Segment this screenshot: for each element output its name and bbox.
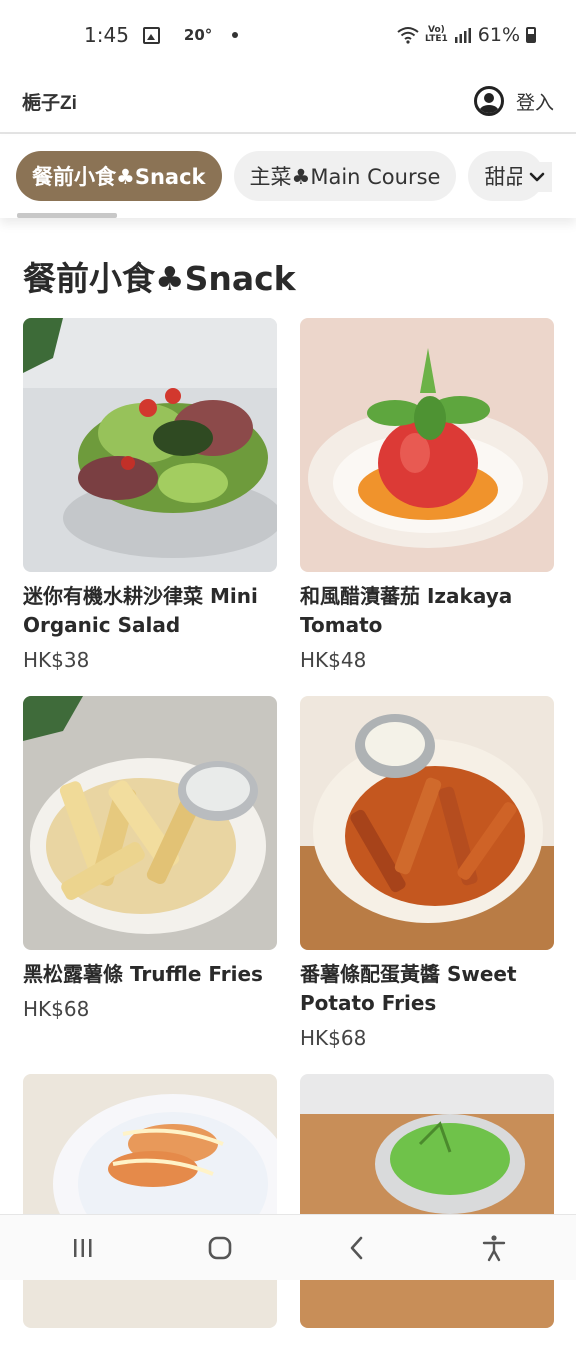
product-price: HK$68 (300, 1026, 367, 1050)
chevron-down-icon (529, 172, 545, 182)
category-tabs: 餐前小食♣Snack 主菜♣Main Course 甜品 (16, 151, 545, 201)
accessibility-icon[interactable] (479, 1233, 509, 1263)
product-card[interactable] (23, 1074, 277, 1328)
product-card[interactable]: 番薯條配蛋黃醬 Sweet Potato Fries HK$68 (300, 696, 554, 1050)
battery-percent: 61% (477, 24, 520, 46)
notification-dot-icon (232, 32, 239, 38)
product-photo-truffle-fries (23, 696, 277, 950)
product-photo-tomato (300, 318, 554, 572)
product-card[interactable]: 黑松露薯條 Truffle Fries HK$68 (23, 696, 277, 1050)
login-label: 登入 (515, 91, 554, 114)
wifi-icon (397, 27, 419, 44)
home-icon[interactable] (205, 1233, 235, 1263)
status-time: 1:45 (84, 23, 129, 47)
status-temperature: 20° (183, 26, 213, 44)
category-tabs-bar: 餐前小食♣Snack 主菜♣Main Course 甜品 (0, 136, 576, 218)
product-photo-sweet-potato-fries (300, 696, 554, 950)
product-card[interactable]: 迷你有機水耕沙律菜 Mini Organic Salad HK$38 (23, 318, 277, 672)
tab-scroll-indicator (17, 213, 117, 218)
recents-icon[interactable] (68, 1233, 98, 1263)
product-card[interactable]: 和風醋漬蕃茄 Izakaya Tomato HK$48 (300, 318, 554, 672)
product-grid: 迷你有機水耕沙律菜 Mini Organic Salad HK$38 和風醋漬蕃… (23, 318, 554, 1352)
product-name: 迷你有機水耕沙律菜 Mini Organic Salad (23, 584, 258, 637)
user-circle-icon (473, 86, 504, 116)
product-name: 番薯條配蛋黃醬 Sweet Potato Fries (300, 962, 517, 1015)
brand-name[interactable]: 梔子Zi (22, 88, 77, 115)
status-left: 1:45 20° (84, 23, 239, 47)
product-name: 黑松露薯條 Truffle Fries (23, 962, 263, 986)
product-price: HK$38 (23, 648, 90, 672)
app-header: 梔子Zi 登入 (0, 70, 576, 134)
status-right: Vo) LTE1 61% (397, 24, 536, 46)
system-navigation-bar (0, 1214, 576, 1280)
product-name: 和風醋漬蕃茄 Izakaya Tomato (300, 584, 513, 637)
login-button[interactable]: 登入 (473, 86, 554, 116)
back-icon[interactable] (342, 1233, 372, 1263)
lte-label: LTE1 (424, 34, 448, 44)
product-photo-partial-soup (300, 1074, 554, 1328)
battery-icon (526, 27, 536, 43)
section-title: 餐前小食♣Snack (23, 259, 296, 298)
signal-icon (454, 28, 471, 43)
product-photo-partial-shrimp (23, 1074, 277, 1328)
network-badge: Vo) LTE1 (425, 26, 448, 44)
more-categories-button[interactable] (522, 162, 552, 192)
gallery-icon (142, 26, 160, 44)
product-card[interactable] (300, 1074, 554, 1328)
tab-snack[interactable]: 餐前小食♣Snack (16, 151, 222, 201)
product-price: HK$68 (23, 997, 90, 1021)
tab-main-course[interactable]: 主菜♣Main Course (233, 151, 457, 201)
product-photo-salad (23, 318, 277, 572)
product-price: HK$48 (300, 648, 367, 672)
status-bar: 1:45 20° Vo) LTE1 61% (0, 0, 576, 70)
